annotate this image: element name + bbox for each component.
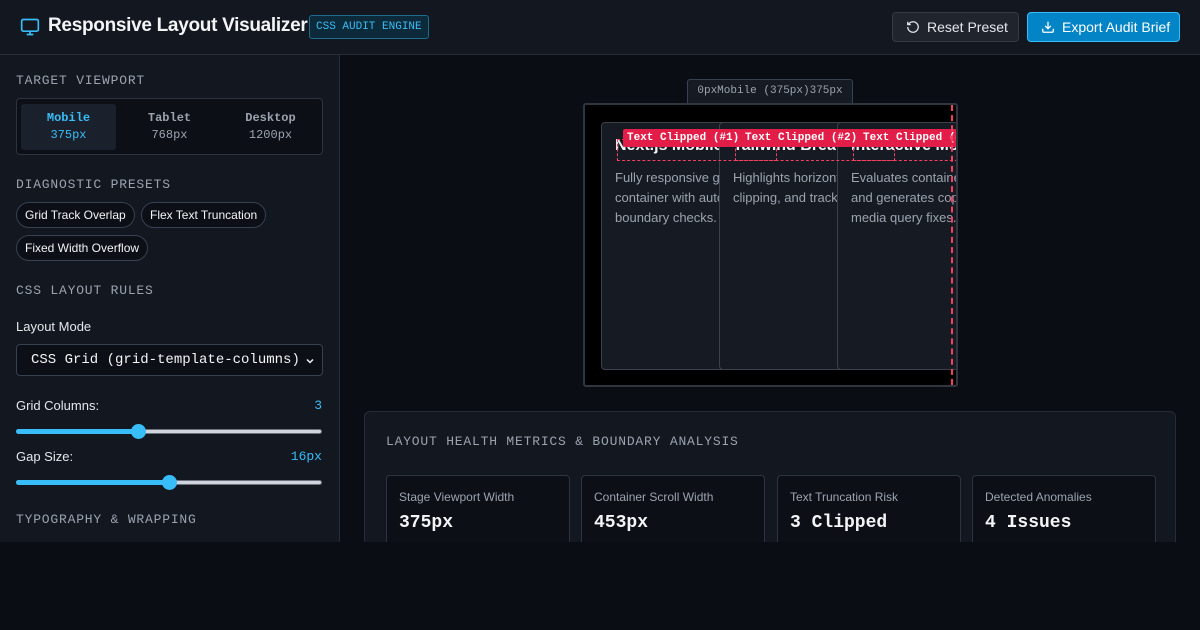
gap-size-value: 16px bbox=[290, 449, 322, 464]
typography-heading: TYPOGRAPHY & WRAPPING bbox=[16, 512, 197, 527]
viewport-option-desktop[interactable]: Desktop 1200px bbox=[223, 104, 318, 150]
viewport-selector: Mobile 375px Tablet 768px Desktop 1200px bbox=[16, 98, 323, 155]
metric-label: Stage Viewport Width bbox=[399, 490, 515, 504]
grid-columns-value: 3 bbox=[314, 398, 322, 413]
layout-mode-select[interactable]: CSS Grid (grid-template-columns) bbox=[16, 344, 323, 376]
metrics-panel: LAYOUT HEALTH METRICS & BOUNDARY ANALYSI… bbox=[364, 411, 1176, 555]
viewport-name: Tablet bbox=[147, 111, 192, 125]
monitor-icon bbox=[20, 17, 40, 37]
clip-warning-tag: Text Clipped (#2) bbox=[741, 129, 862, 147]
card-description: Evaluates containe and generates cop med… bbox=[851, 170, 958, 225]
reset-label: Reset Preset bbox=[927, 19, 1008, 35]
viewport-size: 1200px bbox=[248, 128, 293, 142]
viewport-size: 375px bbox=[50, 128, 87, 142]
presets-heading: DIAGNOSTIC PRESETS bbox=[16, 177, 171, 192]
reset-icon bbox=[906, 20, 920, 34]
grid-columns-slider[interactable] bbox=[16, 424, 322, 439]
engine-badge: CSS AUDIT ENGINE bbox=[309, 15, 429, 39]
viewport-option-tablet[interactable]: Tablet 768px bbox=[122, 104, 217, 150]
metrics-heading: LAYOUT HEALTH METRICS & BOUNDARY ANALYSI… bbox=[386, 434, 739, 449]
layout-mode-value: CSS Grid (grid-template-columns) bbox=[31, 352, 300, 368]
page-background bbox=[0, 542, 1200, 630]
sidebar: TARGET VIEWPORT Mobile 375px Tablet 768p… bbox=[0, 55, 340, 542]
metric-label: Text Truncation Risk bbox=[790, 490, 899, 504]
chevron-down-icon bbox=[304, 355, 316, 367]
export-label: Export Audit Brief bbox=[1062, 19, 1171, 35]
app-header: Responsive Layout Visualizer CSS AUDIT E… bbox=[0, 0, 1200, 55]
viewport-option-mobile[interactable]: Mobile 375px bbox=[21, 104, 116, 150]
metric-label: Detected Anomalies bbox=[985, 490, 1092, 504]
viewport-boundary-line bbox=[951, 105, 953, 385]
grid-columns-label: Grid Columns: bbox=[16, 398, 100, 413]
metric-value: 3 Clipped bbox=[790, 513, 888, 533]
layout-mode-label: Layout Mode bbox=[16, 319, 92, 334]
metric-value: 4 Issues bbox=[985, 513, 1072, 533]
metric-value: 375px bbox=[399, 513, 454, 533]
metric-label: Container Scroll Width bbox=[594, 490, 714, 504]
clip-warning-tag: Text Clipped (#3) bbox=[859, 129, 956, 147]
viewport-size: 768px bbox=[151, 128, 188, 142]
viewport-heading: TARGET VIEWPORT bbox=[16, 73, 146, 88]
gap-size-slider[interactable] bbox=[16, 475, 322, 490]
slider-thumb[interactable] bbox=[162, 475, 177, 490]
download-icon bbox=[1041, 20, 1055, 34]
preset-flex-text-truncation[interactable]: Flex Text Truncation bbox=[141, 202, 267, 228]
viewport-name: Desktop bbox=[245, 111, 296, 125]
slider-thumb[interactable] bbox=[131, 424, 147, 439]
viewport-name: Mobile bbox=[46, 111, 91, 125]
export-audit-button[interactable]: Export Audit Brief bbox=[1027, 12, 1180, 42]
metric-value: 453px bbox=[594, 513, 649, 533]
rules-heading: CSS LAYOUT RULES bbox=[16, 283, 154, 298]
viewport-ruler-label: 0pxMobile (375px)375px bbox=[687, 79, 853, 103]
preset-grid-track-overlap[interactable]: Grid Track Overlap bbox=[16, 202, 135, 228]
viewport-stage: Next.js Mobile Fully responsive g contai… bbox=[583, 103, 958, 387]
preset-fixed-width-overflow[interactable]: Fixed Width Overflow bbox=[16, 235, 149, 261]
app-title: Responsive Layout Visualizer bbox=[48, 15, 308, 36]
gap-size-label: Gap Size: bbox=[16, 449, 74, 464]
reset-preset-button[interactable]: Reset Preset bbox=[892, 12, 1019, 42]
clip-warning-tag: Text Clipped (#1) bbox=[623, 129, 744, 147]
